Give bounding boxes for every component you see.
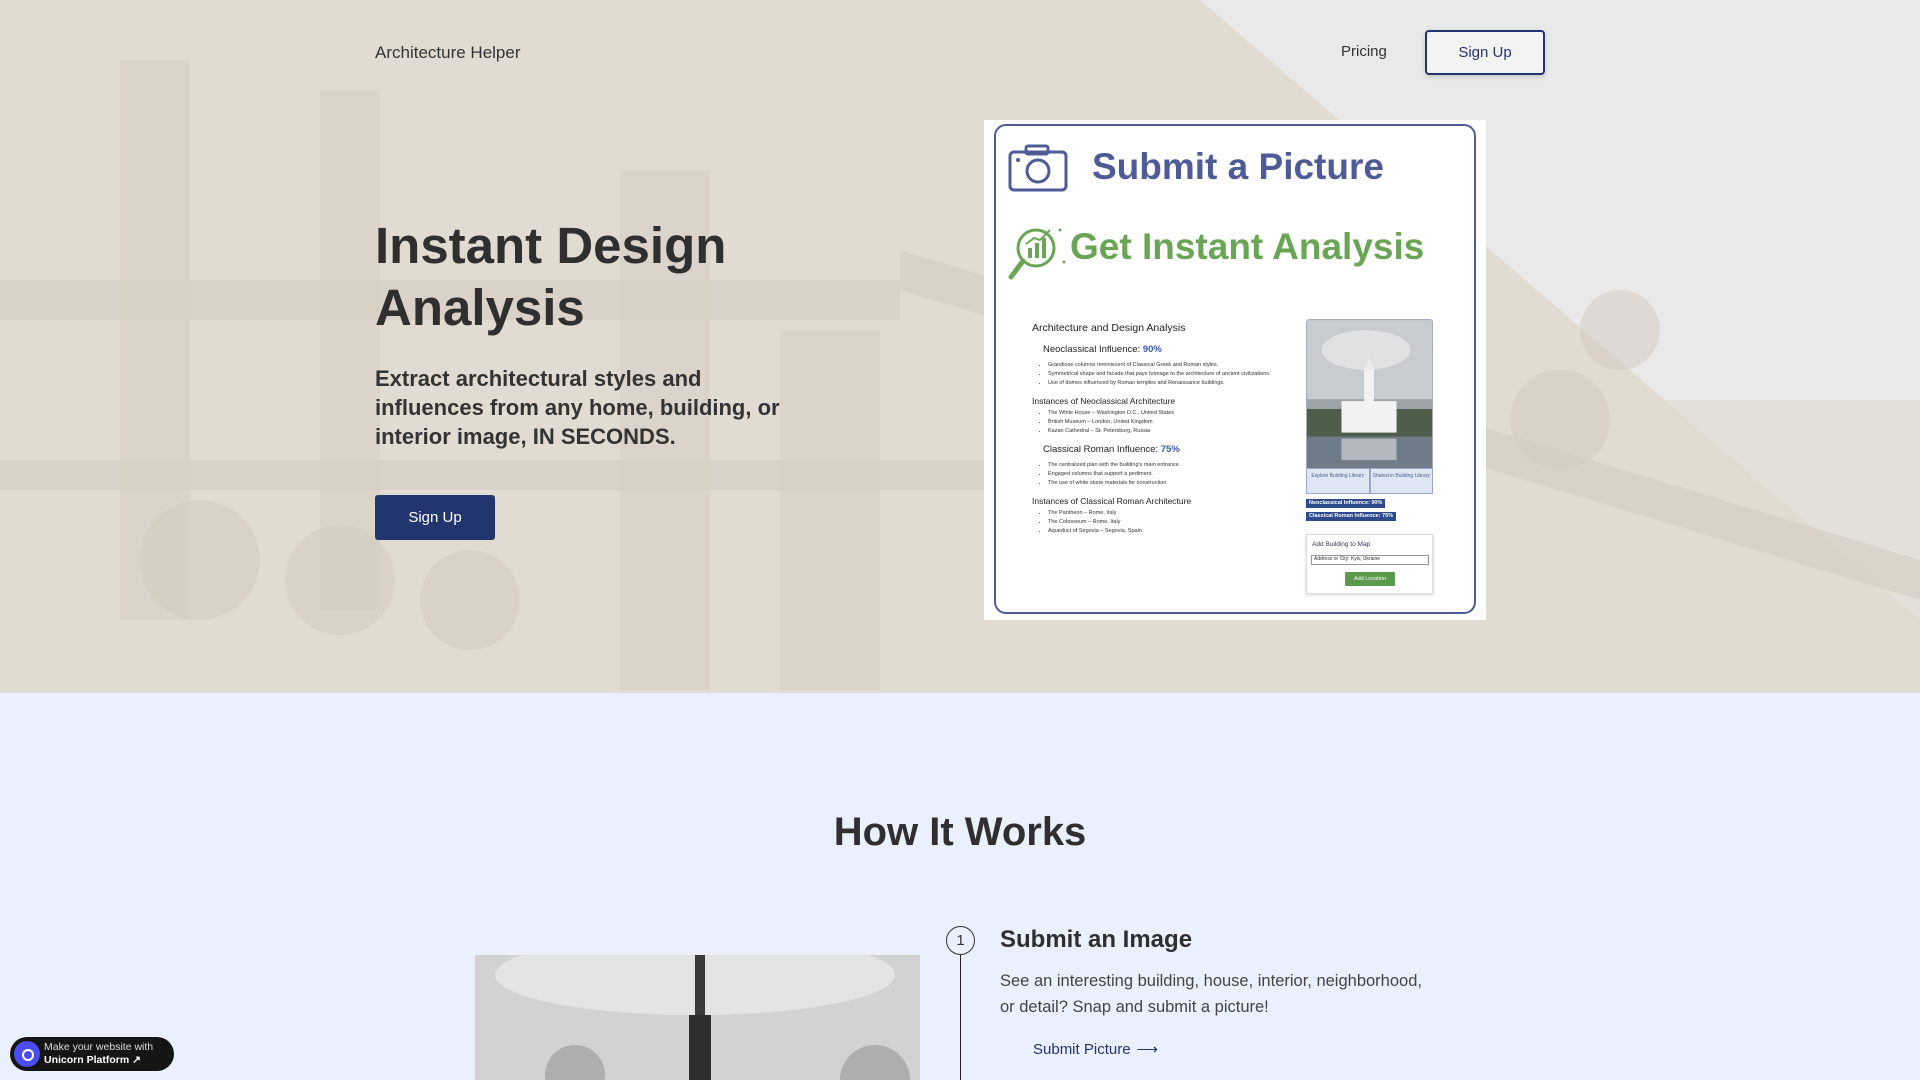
preview-frame: Submit a Picture Get Instant Analysis Ar… <box>994 124 1476 614</box>
list-item: British Museum – London, United Kingdom <box>1048 418 1302 427</box>
how-it-works-title: How It Works <box>833 810 1087 854</box>
unicorn-logo-icon <box>14 1041 40 1067</box>
analysis-report: Architecture and Design Analysis Neoclas… <box>1032 322 1302 544</box>
map-panel-title: Add Building to Map <box>1312 541 1371 548</box>
roman-value: 75% <box>1160 444 1180 455</box>
report-title: Architecture and Design Analysis <box>1032 322 1186 334</box>
list-item: Kazan Cathedral – St. Petersburg, Russia <box>1048 427 1302 436</box>
neoclassical-label: Neoclassical Influence: <box>1043 344 1141 355</box>
roman-instances-title: Instances of Classical Roman Architectur… <box>1032 496 1192 506</box>
add-location-button[interactable]: Add Location <box>1345 572 1395 586</box>
list-item: Grandiose columns reminiscent of Classic… <box>1048 361 1302 370</box>
preview-heading-analysis: Get Instant Analysis <box>1070 226 1425 267</box>
step-number: 1 <box>946 926 975 955</box>
neoclassical-instances-title: Instances of Neoclassical Architecture <box>1032 396 1176 406</box>
badge-line-2: Unicorn Platform ↗ <box>44 1054 141 1066</box>
submit-picture-label: Submit Picture <box>1033 1041 1131 1058</box>
roman-label: Classical Roman Influence: <box>1043 444 1159 455</box>
neoclassical-value: 90% <box>1142 344 1162 355</box>
preview-card: Submit a Picture Get Instant Analysis Ar… <box>984 120 1486 620</box>
list-item: Aqueduct of Segovia – Segovia, Spain <box>1048 527 1302 536</box>
list-item: The centralized plan with the building's… <box>1048 461 1302 470</box>
hero-signup-button[interactable]: Sign Up <box>375 495 495 540</box>
hero-section: Architecture Helper Pricing Sign Up Inst… <box>0 0 1920 693</box>
explore-library-button[interactable]: Explore Building Library <box>1306 468 1370 494</box>
preview-heading-submit: Submit a Picture <box>1092 146 1384 187</box>
hero-overlay <box>0 0 1920 693</box>
badge-line-1: Make your website with <box>44 1041 154 1053</box>
neoclassical-influence: Neoclassical Influence: 90% <box>1043 344 1302 355</box>
step-title: Submit an Image <box>1000 926 1193 953</box>
roman-instances: The Pantheon – Rome, Italy The Colosseum… <box>1048 509 1302 536</box>
neoclassical-instances: The White House – Washington D.C., Unite… <box>1048 409 1302 436</box>
neoclassical-badge: Neoclassical Influence: 90% <box>1306 499 1386 508</box>
neoclassical-points: Grandiose columns reminiscent of Classic… <box>1048 361 1302 388</box>
roman-badge: Classical Roman Influence: 75% <box>1306 512 1397 521</box>
camera-icon <box>1008 144 1068 192</box>
hero-subtitle: Extract architectural styles and influen… <box>375 366 780 449</box>
magnifier-chart-icon <box>1008 228 1066 280</box>
list-item: The use of white stone materials for con… <box>1048 479 1302 488</box>
nav-signup-button[interactable]: Sign Up <box>1425 30 1545 75</box>
nav-pricing-link[interactable]: Pricing <box>1341 43 1387 60</box>
roman-points: The centralized plan with the building's… <box>1048 461 1302 488</box>
unicorn-platform-badge[interactable]: Make your website with Unicorn Platform … <box>10 1037 174 1071</box>
arrow-right-icon: ⟶ <box>1136 1041 1159 1058</box>
list-item: Engaged columns that support a pediment. <box>1048 470 1302 479</box>
step-description: See an interesting building, house, inte… <box>1000 972 1422 1016</box>
step-image <box>475 955 920 1080</box>
roman-influence: Classical Roman Influence: 75% <box>1043 444 1302 455</box>
list-item: The White House – Washington D.C., Unite… <box>1048 409 1302 418</box>
step-timeline-line <box>960 955 961 1080</box>
brand-logo-text[interactable]: Architecture Helper <box>375 43 521 63</box>
map-address-field[interactable]: Address or City: Kyiv, Ukraine <box>1311 555 1429 565</box>
shared-library-button[interactable]: Shared in Building Library <box>1369 468 1433 494</box>
list-item: The Colosseum – Rome, Italy <box>1048 518 1302 527</box>
hero-title: Instant Design Analysis <box>375 217 727 336</box>
add-to-map-panel: Add Building to Map Address or City: Kyi… <box>1306 534 1433 594</box>
photo-actions: Explore Building Library Shared in Build… <box>1306 468 1433 494</box>
submit-picture-link[interactable]: Submit Picture ⟶ <box>1033 1040 1158 1058</box>
list-item: The Pantheon – Rome, Italy <box>1048 509 1302 518</box>
list-item: Symmetrical shape and facade that pays h… <box>1048 370 1302 379</box>
list-item: Use of domes influenced by Roman temples… <box>1048 379 1302 388</box>
